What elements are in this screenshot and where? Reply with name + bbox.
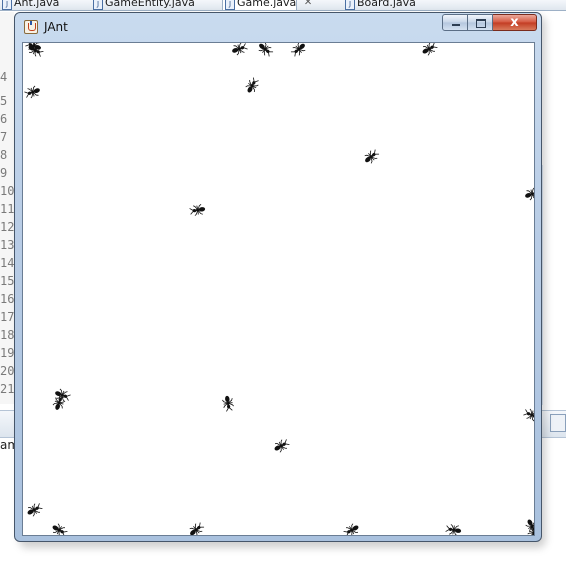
ide-line-number-gutter: 4 5 6 7 8 9 10 11 12 13 14 15 16 17 18 1… (0, 12, 14, 404)
close-button[interactable]: x (493, 14, 537, 31)
line-number: 20 (0, 364, 15, 378)
java-cup-icon[interactable] (24, 20, 38, 34)
ant-sprite (274, 439, 290, 453)
line-number: 9 (0, 166, 8, 180)
caption-buttons: x (442, 14, 537, 32)
ide-editor-tabbar: J Ant.java J GameEntity.java J Game.java… (0, 0, 566, 11)
close-icon: x (510, 15, 519, 30)
ide-tab-ant[interactable]: J Ant.java (0, 0, 59, 10)
maximize-button[interactable] (468, 14, 493, 31)
ant-sprite (55, 388, 71, 402)
ant-sprite (525, 187, 534, 201)
minimize-button[interactable] (442, 14, 468, 31)
minimize-icon (452, 24, 460, 26)
panel-menu-icon[interactable] (550, 414, 566, 432)
line-number: 15 (0, 274, 15, 288)
line-number: 19 (0, 346, 15, 360)
close-icon[interactable]: ✕ (304, 0, 312, 10)
ide-tab-label: Board.java (357, 0, 416, 9)
line-number: 8 (0, 148, 8, 162)
line-number: 14 (0, 256, 15, 270)
line-number: 4 (0, 70, 8, 84)
window-title: JAnt (44, 20, 68, 34)
line-number: 16 (0, 292, 15, 306)
line-number: 11 (0, 202, 15, 216)
line-number: 21 (0, 382, 15, 396)
line-number: 7 (0, 130, 8, 144)
ant-sprite (52, 523, 68, 535)
ant-board-canvas[interactable] (22, 42, 535, 536)
line-number: 18 (0, 328, 15, 342)
ant-sprite (27, 503, 43, 517)
line-number: 17 (0, 310, 15, 324)
line-number: 12 (0, 220, 15, 234)
ant-sprite (222, 395, 234, 412)
java-file-icon: J (93, 0, 103, 10)
ide-tab-label: GameEntity.java (105, 0, 195, 9)
ant-sprite (232, 43, 248, 56)
ide-tab-gameentity[interactable]: J GameEntity.java (91, 0, 195, 10)
ant-sprite (245, 77, 259, 93)
ide-tab-label: Game.java (237, 0, 297, 9)
java-file-icon: J (2, 0, 12, 10)
ant-sprite (445, 524, 462, 535)
line-number: 13 (0, 238, 15, 252)
ide-tab-game[interactable]: J Game.java ✕ (222, 0, 312, 10)
ant-sprite (364, 149, 380, 164)
ide-tab-label: Ant.java (14, 0, 60, 9)
ant-sprite (189, 204, 206, 216)
line-number: 6 (0, 112, 8, 126)
ant-sprite (343, 523, 359, 535)
maximize-icon (476, 19, 486, 28)
ant-sprite (24, 85, 40, 99)
ant-board-drawing (24, 43, 534, 535)
ant-sprite (189, 522, 205, 535)
ant-sprite (258, 43, 274, 57)
ant-sprite (422, 43, 438, 56)
desktop: J Ant.java J GameEntity.java J Game.java… (0, 0, 566, 564)
java-file-icon: J (345, 0, 355, 10)
window-titlebar[interactable]: JAnt x (15, 13, 541, 41)
line-number: 10 (0, 184, 15, 198)
ant-sprite (523, 408, 534, 422)
java-file-icon: J (225, 0, 235, 10)
ide-tab-board[interactable]: J Board.java (343, 0, 416, 10)
line-number: 5 (0, 94, 8, 108)
jant-window: JAnt x (14, 12, 542, 542)
ant-sprite (290, 43, 306, 57)
